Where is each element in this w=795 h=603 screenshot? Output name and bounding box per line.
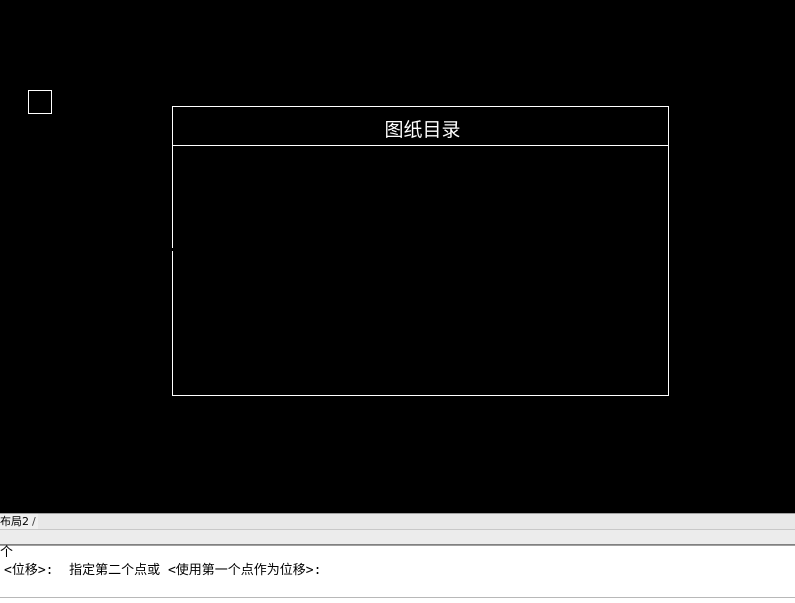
cad-window: 图纸目录 布局2/ 个 <位移>: 指定第二个点或 <使用第一个点作为位移>:	[0, 0, 795, 603]
layout-tabs-bar: 布局2/	[0, 513, 795, 529]
command-prompt-line: <位移>: 指定第二个点或 <使用第一个点作为位移>:	[4, 563, 322, 578]
tab-separator: /	[32, 515, 36, 528]
drawing-index-title-row[interactable]: 图纸目录	[173, 107, 668, 146]
drawing-index-frame[interactable]: 图纸目录	[172, 106, 669, 396]
horizontal-scrollbar[interactable]	[0, 529, 795, 545]
frame-gap-mark	[171, 248, 174, 251]
drawing-canvas[interactable]: 图纸目录	[0, 0, 795, 513]
command-line-window[interactable]: 个 <位移>: 指定第二个点或 <使用第一个点作为位移>:	[0, 545, 795, 603]
command-line-divider	[0, 597, 795, 598]
tab-layout2[interactable]: 布局2/	[0, 514, 38, 529]
drawing-index-title: 图纸目录	[384, 119, 461, 141]
tab-layout2-label: 布局2	[0, 515, 29, 528]
ucs-icon	[28, 90, 52, 114]
command-history-line: 个	[0, 545, 14, 560]
